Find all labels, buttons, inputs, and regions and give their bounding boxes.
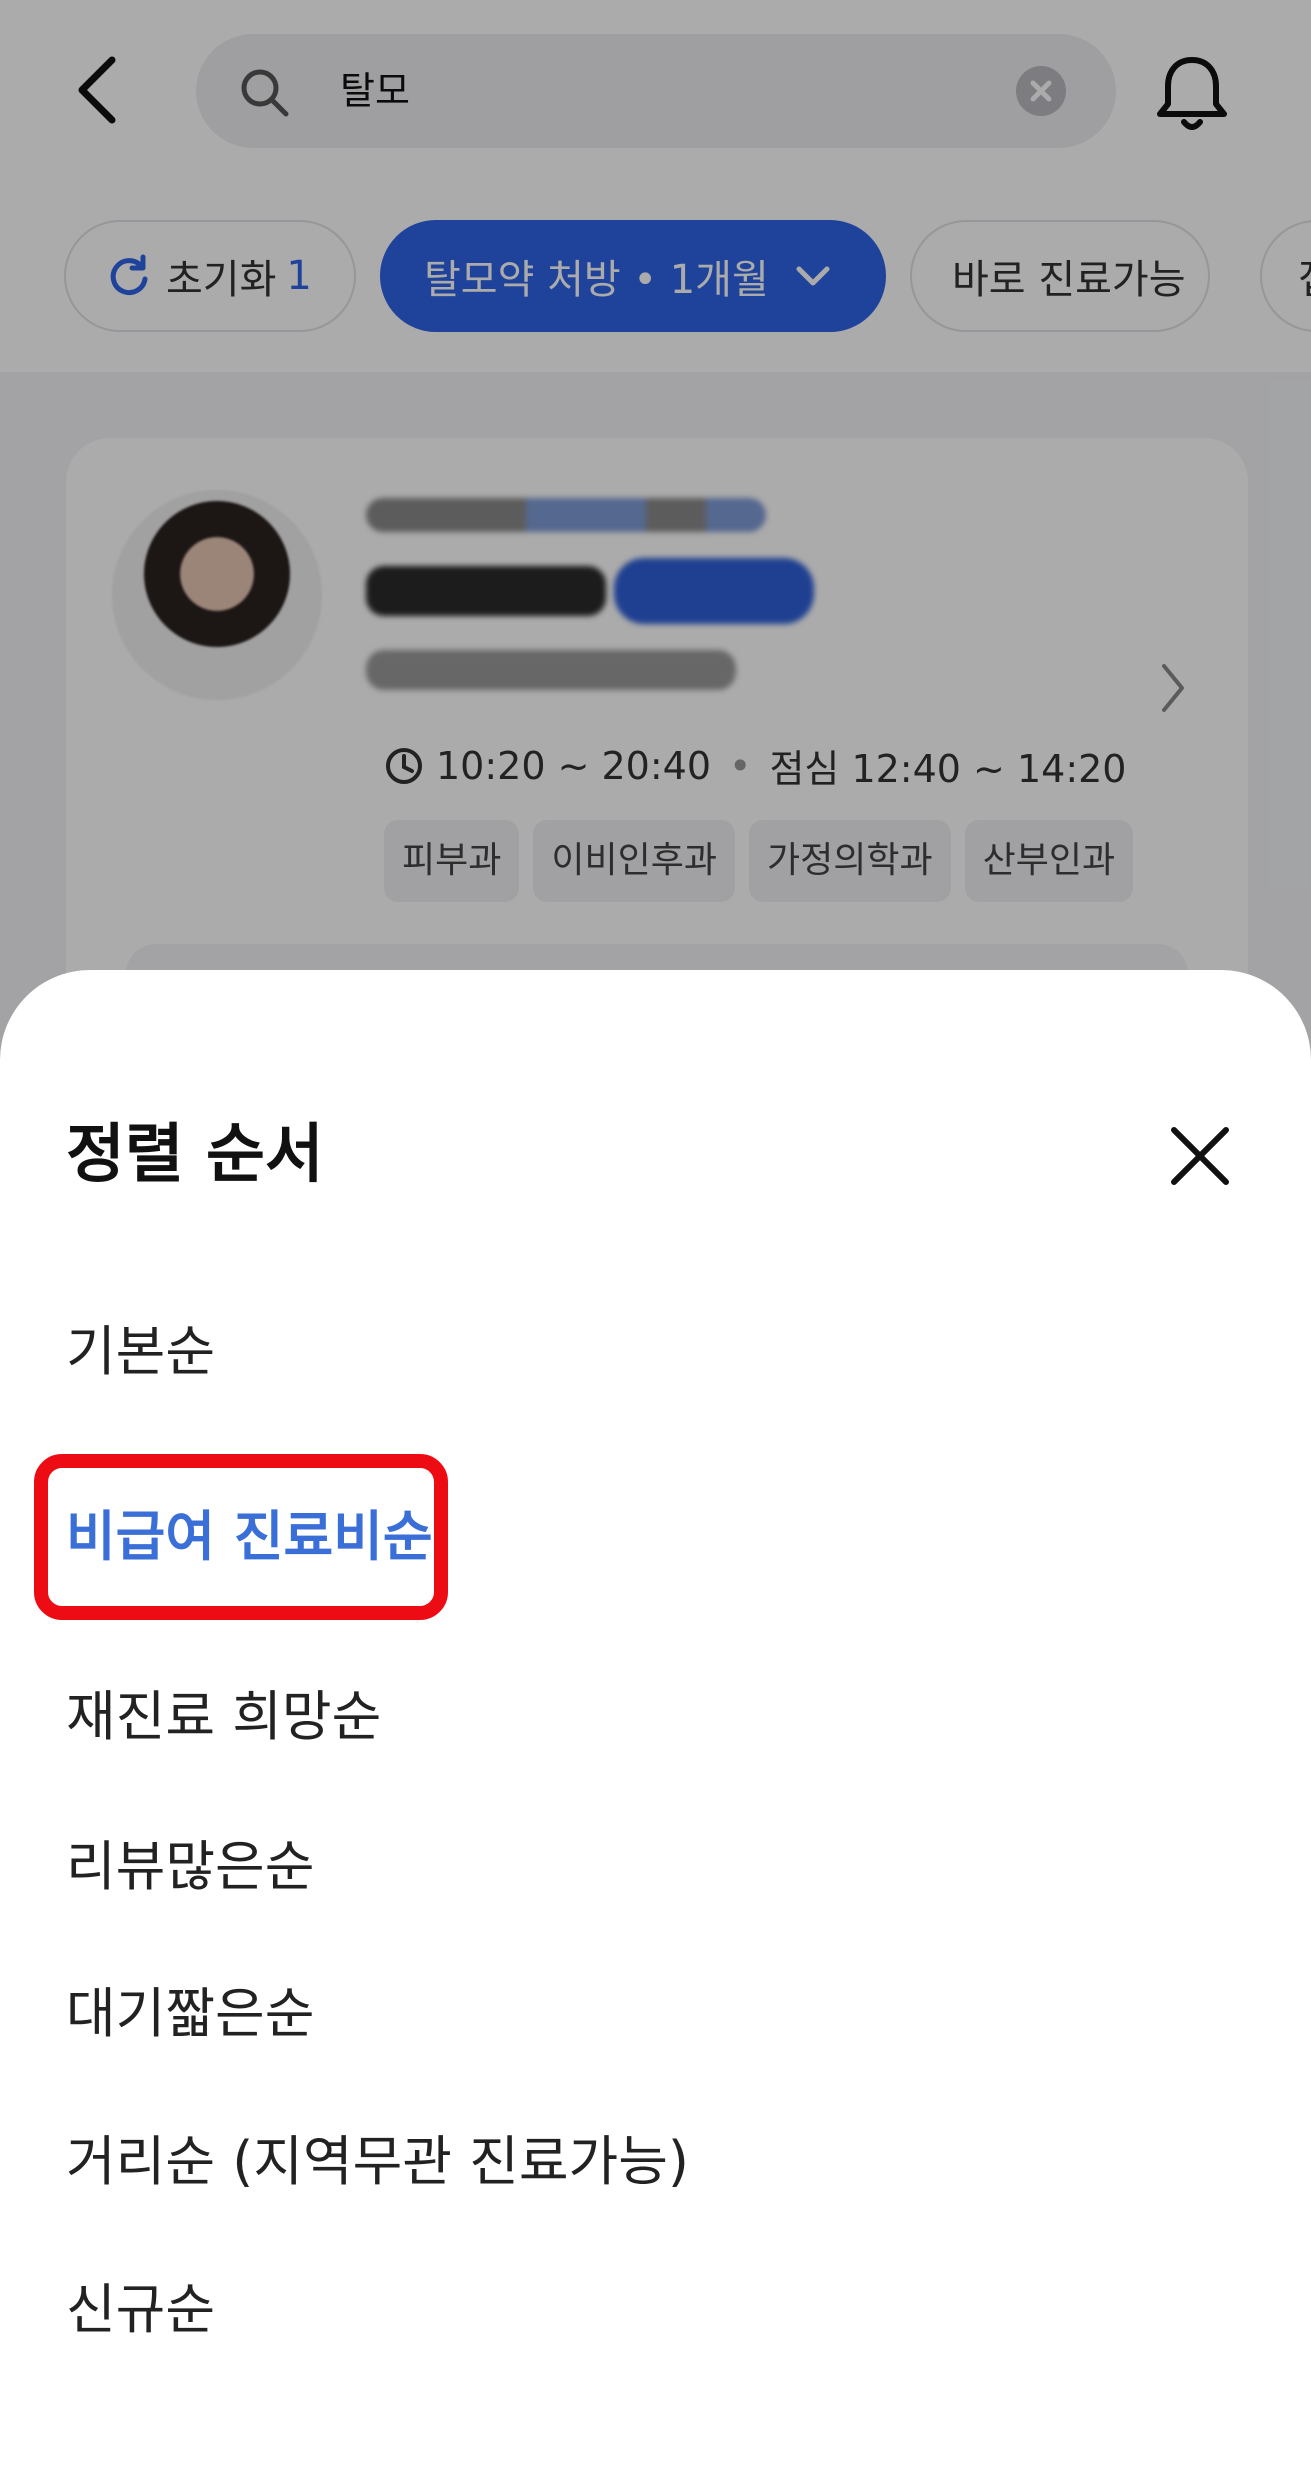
sort-option-wait-time[interactable]: 대기짧은순 — [66, 1974, 314, 2054]
sort-option-reviews[interactable]: 리뷰많은순 — [66, 1827, 314, 1907]
close-sheet-button[interactable] — [1160, 1116, 1240, 1196]
highlight-box — [34, 1454, 448, 1620]
sort-option-distance[interactable]: 거리순 (지역무관 진료가능) — [66, 2122, 689, 2202]
app-screen: 탈모 초기화 1 탈모약 처방 • 1개월 바로 진료가능 10:20 ~ 20… — [0, 0, 1311, 2475]
sheet-title: 정렬 순서 — [66, 1118, 324, 1192]
close-icon — [1171, 1127, 1229, 1185]
sort-option-default[interactable]: 기본순 — [66, 1312, 215, 1392]
sort-option-newest[interactable]: 신규순 — [66, 2270, 215, 2350]
sort-order-sheet: 정렬 순서 기본순 비급여 진료비순 재진료 희망순 리뷰많은순 대기짧은순 거… — [0, 970, 1311, 2475]
sort-option-revisit[interactable]: 재진료 희망순 — [66, 1677, 381, 1757]
